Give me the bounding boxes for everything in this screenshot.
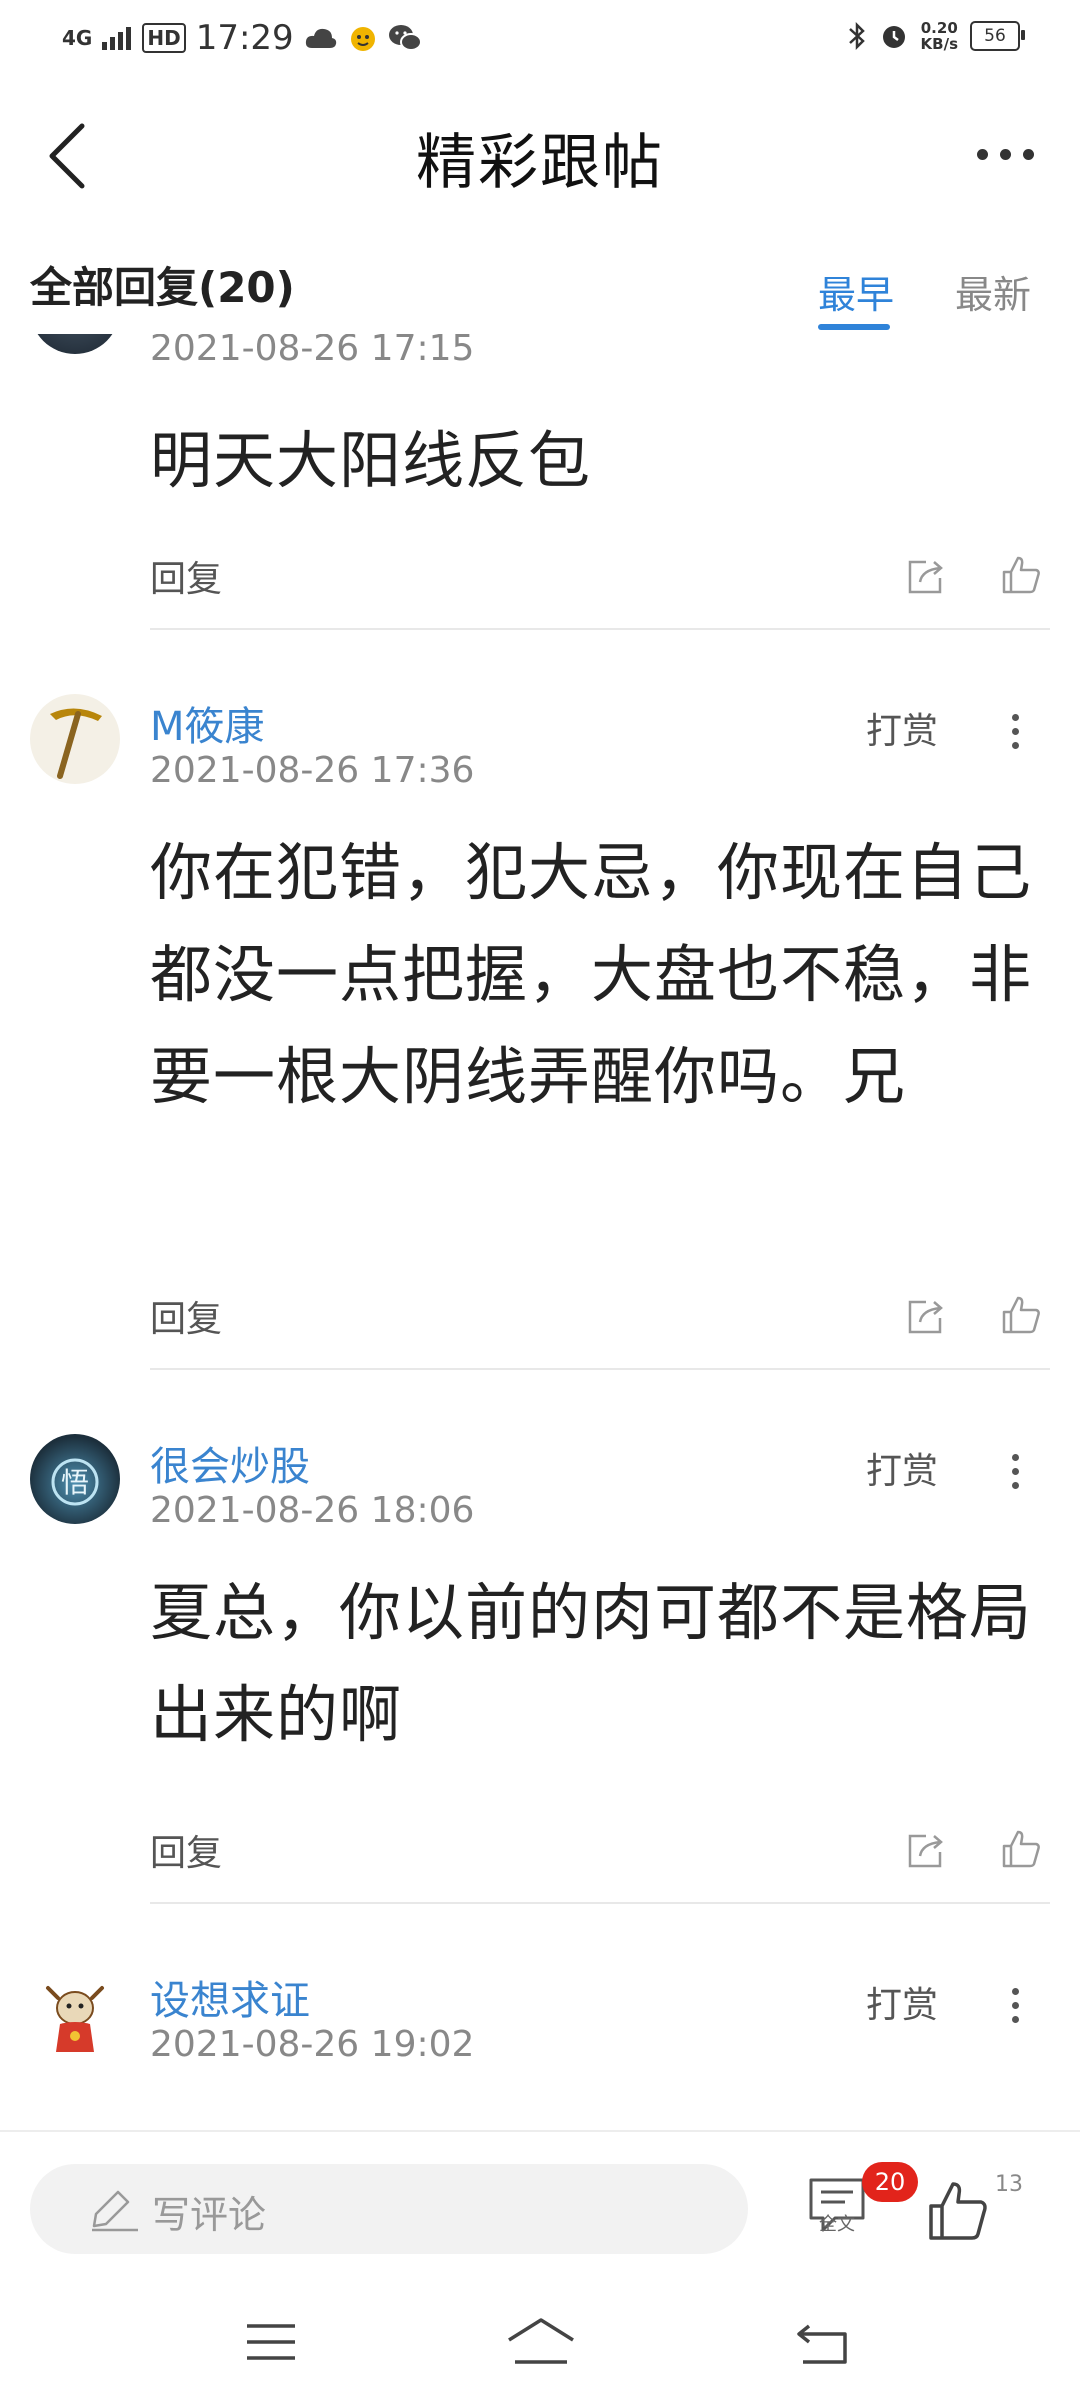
divider (150, 1368, 1050, 1370)
fulltext-comments-button[interactable]: 全文 (805, 2174, 869, 2238)
avatar[interactable]: 悟 (30, 1434, 120, 1524)
tip-button[interactable]: 打赏 (866, 1442, 938, 1494)
share-icon[interactable] (906, 1830, 946, 1870)
network-speed: 0.20 KB/s (920, 19, 958, 53)
battery-level: 56 (984, 26, 1006, 46)
tab-sort-earliest[interactable]: 最早 (818, 264, 894, 319)
active-tab-indicator (818, 324, 890, 330)
pen-icon (92, 2190, 138, 2232)
avatar[interactable] (30, 334, 120, 354)
avatar[interactable] (30, 1972, 120, 2062)
reply-time: 2021-08-26 17:36 (150, 750, 475, 791)
menu-icon[interactable] (245, 2320, 297, 2364)
more-dot (1022, 148, 1034, 160)
share-icon[interactable] (906, 556, 946, 596)
system-navigation-bar (0, 2280, 1080, 2408)
divider (150, 1902, 1050, 1904)
more-options-button[interactable] (960, 124, 1050, 184)
pickaxe-avatar-image (50, 708, 102, 779)
comment-placeholder: 写评论 (152, 2193, 267, 2237)
bull-mascot-avatar-image (46, 1986, 104, 2052)
more-dot (999, 148, 1011, 160)
bluetooth-icon (848, 21, 865, 51)
avatar-image: 悟 (51, 1458, 99, 1506)
bottom-action-bar: 写评论 全文 20 13 (0, 2130, 1080, 2282)
reply-list[interactable]: 2021-08-26 17:15 明天大阳线反包 回复 M筱康 2021-08-… (0, 334, 1080, 2130)
reply-username[interactable]: 设想求证 (150, 1968, 310, 2026)
more-dot (976, 148, 988, 160)
reply-username[interactable]: M筱康 (150, 694, 265, 752)
reply-time: 2021-08-26 18:06 (150, 1490, 475, 1531)
clock: 17:29 (195, 18, 294, 58)
thumbs-up-icon[interactable] (1000, 1294, 1042, 1336)
battery-icon: 56 (970, 21, 1025, 51)
tip-button[interactable]: 打赏 (866, 1976, 938, 2028)
reply-username[interactable]: 很会炒股 (150, 1434, 310, 1492)
reply-button[interactable]: 回复 (150, 1824, 222, 1876)
hd-badge: HD (142, 23, 186, 53)
home-icon[interactable] (505, 2316, 577, 2368)
reply-body: 夏总，你以前的肉可都不是格局出来的啊 (150, 1576, 1033, 1751)
fulltext-label: 全文 (819, 2214, 855, 2235)
thumbs-up-icon[interactable] (925, 2178, 991, 2244)
thumbs-up-icon[interactable] (1000, 1828, 1042, 1870)
alarm-icon (882, 26, 905, 48)
reply-button[interactable]: 回复 (150, 1290, 222, 1342)
signal-icon (102, 27, 132, 50)
share-icon[interactable] (906, 1296, 946, 1336)
page-title: 精彩跟帖 (416, 128, 664, 198)
reply-body: 你在犯错，犯大忌，你现在自己都没一点把握，大盘也不稳，非要一根大阴线弄醒你吗。兄 (150, 836, 1033, 1113)
divider (150, 628, 1050, 630)
title-bar: 精彩跟帖 (0, 84, 1080, 224)
reply-button[interactable]: 回复 (150, 550, 222, 602)
app-notification-icon (350, 27, 375, 51)
avatar[interactable] (30, 694, 120, 784)
svg-text:悟: 悟 (61, 1466, 89, 1499)
all-replies-count: 全部回复(20) (30, 263, 295, 312)
status-bar: 4G HD 17:29 0.20 KB/s 56 (0, 0, 1080, 84)
comment-input[interactable]: 写评论 (30, 2164, 748, 2254)
wechat-icon (388, 25, 422, 51)
reply-more-button[interactable] (1008, 714, 1022, 749)
reply-body: 明天大阳线反包 (150, 424, 592, 497)
reply-time: 2021-08-26 17:15 (150, 334, 475, 369)
reply-more-button[interactable] (1008, 1454, 1022, 1489)
thumbs-up-icon[interactable] (1000, 554, 1042, 596)
reply-more-button[interactable] (1008, 1988, 1022, 2023)
tab-sort-latest[interactable]: 最新 (955, 264, 1031, 319)
reply-filter-bar: 全部回复(20) 最早 最新 (0, 224, 1080, 334)
comment-count-badge: 20 (862, 2162, 918, 2202)
tip-button[interactable]: 打赏 (866, 702, 938, 754)
reply-time: 2021-08-26 19:02 (150, 2024, 475, 2065)
weather-icon (305, 28, 336, 48)
back-nav-icon[interactable] (795, 2320, 851, 2366)
like-count: 13 (995, 2172, 1023, 2197)
network-indicator: 4G (62, 26, 93, 50)
